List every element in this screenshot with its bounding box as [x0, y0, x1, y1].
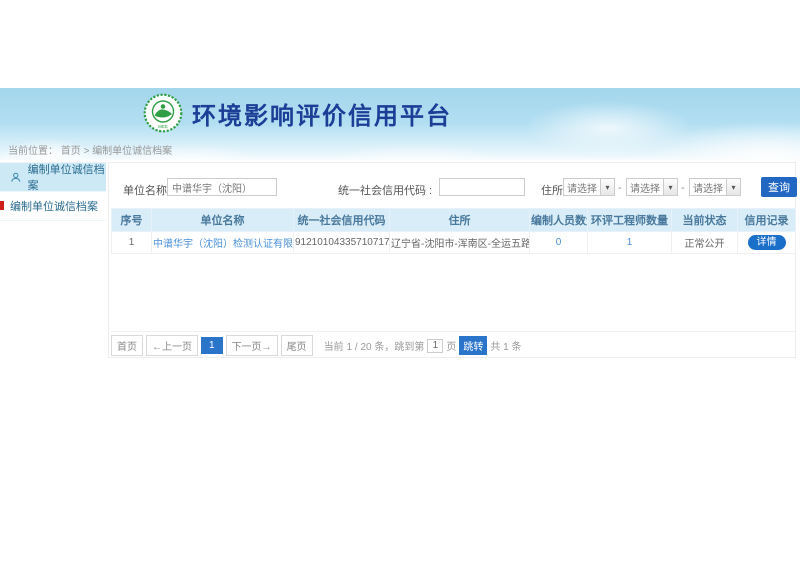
results-table: 序号 单位名称 统一社会信用代码 住所 编制人员数量 环评工程师数量 当前状态 …: [111, 208, 796, 254]
col-status: 当前状态: [672, 209, 738, 232]
current-page-button[interactable]: 1: [201, 337, 223, 354]
table-row: 1 中谱华宇（沈阳）检测认证有限公司 91210104335710717K 辽宁…: [112, 232, 796, 254]
cell-index: 1: [112, 232, 152, 254]
chevron-down-icon: ▾: [663, 179, 677, 195]
jump-button[interactable]: 跳转: [459, 336, 487, 355]
col-engineer-count: 环评工程师数量: [588, 209, 672, 232]
pagination: 首页 ←上一页 1 下一页→ 尾页 当前 1 / 20 条，跳到第 页 跳转 共…: [111, 331, 795, 357]
address-province-select[interactable]: 请选择 ▾: [563, 178, 615, 196]
person-icon: [10, 171, 22, 184]
cell-credit-code: 91210104335710717K: [294, 232, 390, 254]
col-address: 住所: [390, 209, 530, 232]
select-separator: -: [681, 182, 685, 194]
select-value: 请选择: [564, 180, 600, 195]
main-panel: 单位名称 : 统一社会信用代码 : 住所 : 请选择 ▾ - 请选择 ▾ - 请…: [108, 162, 796, 358]
first-page-button[interactable]: 首页: [111, 335, 143, 356]
address-district-select[interactable]: 请选择 ▾: [689, 178, 741, 196]
prev-page-button[interactable]: ←上一页: [146, 335, 198, 356]
breadcrumb-home-link[interactable]: 首页: [61, 146, 81, 157]
pagination-info-suffix: 页: [446, 338, 456, 353]
breadcrumb-current: 编制单位诚信档案: [92, 146, 172, 157]
unit-name-link[interactable]: 中谱华宇（沈阳）检测认证有限公司: [153, 239, 294, 250]
credit-code-label: 统一社会信用代码 :: [338, 182, 432, 198]
sidebar-item-label: 编制单位诚信档案: [10, 198, 98, 214]
table-header-row: 序号 单位名称 统一社会信用代码 住所 编制人员数量 环评工程师数量 当前状态 …: [112, 209, 796, 232]
sidebar: 编制单位诚信档案 编制单位诚信档案: [0, 162, 106, 221]
unit-name-input[interactable]: [167, 178, 277, 196]
detail-button[interactable]: 详情: [748, 235, 786, 250]
sidebar-item-unit-archive-active[interactable]: 编制单位诚信档案: [0, 163, 106, 192]
col-credit-record: 信用记录: [738, 209, 796, 232]
select-separator: -: [618, 182, 622, 194]
red-marker: [0, 201, 4, 210]
pagination-info: 1 / 20 条，跳到第: [347, 338, 425, 353]
cell-status: 正常公开: [672, 232, 738, 254]
mee-logo-icon: MEE: [143, 93, 183, 133]
sidebar-item-label: 编制单位诚信档案: [28, 161, 106, 193]
col-unit-name: 单位名称: [152, 209, 294, 232]
jump-page-input[interactable]: [427, 339, 443, 353]
sidebar-item-unit-archive[interactable]: 编制单位诚信档案: [0, 192, 106, 221]
pagination-total: 共 1 条: [490, 338, 521, 353]
breadcrumb-separator: >: [84, 146, 90, 157]
col-credit-code: 统一社会信用代码: [294, 209, 390, 232]
brand: MEE 环境影响评价信用平台: [143, 93, 452, 133]
col-index: 序号: [112, 209, 152, 232]
unit-name-label: 单位名称 :: [123, 182, 173, 198]
pagination-info-prefix: 当前: [324, 338, 344, 353]
credit-code-input[interactable]: [439, 178, 525, 196]
select-value: 请选择: [690, 180, 726, 195]
cell-address: 辽宁省-沈阳市-浑南区-全运五路35-1号楼902: [390, 232, 530, 254]
page-title: 环境影响评价信用平台: [192, 96, 452, 131]
last-page-button[interactable]: 尾页: [281, 335, 313, 356]
breadcrumb-prefix: 当前位置：: [8, 146, 58, 157]
engineer-count-link[interactable]: 1: [627, 237, 633, 248]
chevron-down-icon: ▾: [600, 179, 614, 195]
breadcrumb: 当前位置： 首页 > 编制单位诚信档案: [8, 142, 172, 157]
col-staff-count: 编制人员数量: [530, 209, 588, 232]
next-page-button[interactable]: 下一页→: [226, 335, 278, 356]
logo-text: MEE: [158, 124, 168, 129]
chevron-down-icon: ▾: [726, 179, 740, 195]
staff-count-link[interactable]: 0: [556, 237, 562, 248]
header-banner: MEE 环境影响评价信用平台 当前位置： 首页 > 编制单位诚信档案: [0, 88, 800, 160]
select-value: 请选择: [627, 180, 663, 195]
address-city-select[interactable]: 请选择 ▾: [626, 178, 678, 196]
query-button[interactable]: 查询: [761, 177, 797, 197]
